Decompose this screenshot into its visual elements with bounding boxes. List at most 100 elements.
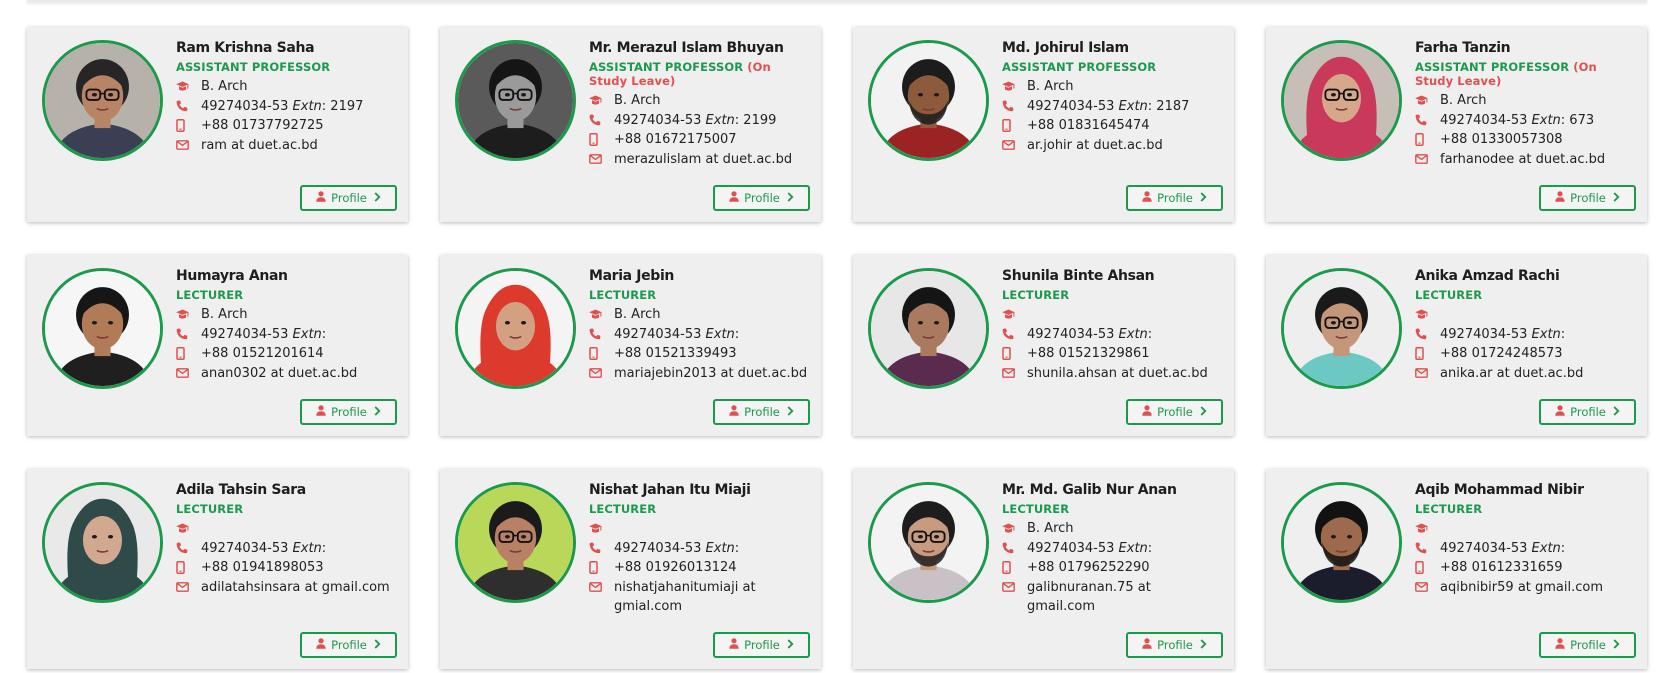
profile-button[interactable]: Profile xyxy=(1539,399,1636,425)
designation-text: LECTURER xyxy=(1415,502,1483,516)
email-text[interactable]: farhanodee at duet.ac.bd xyxy=(1440,150,1635,170)
profile-button-label: Profile xyxy=(1157,405,1193,419)
email-text[interactable]: anika.ar at duet.ac.bd xyxy=(1440,364,1635,384)
mobile-text: +88 01724248573 xyxy=(1440,346,1563,361)
mobile-text: +88 01926013124 xyxy=(614,560,737,575)
faculty-designation: LECTURER xyxy=(1415,288,1635,302)
mobile-text: +88 01831645474 xyxy=(1027,118,1150,133)
email-row: shunila.ahsan at duet.ac.bd xyxy=(1002,364,1222,384)
envelope-icon xyxy=(589,578,614,598)
graduation-cap-icon xyxy=(1415,519,1440,539)
profile-button[interactable]: Profile xyxy=(1539,632,1636,658)
chevron-right-icon xyxy=(1200,638,1207,652)
email-row: mariajebin2013 at duet.ac.bd xyxy=(589,364,809,384)
faculty-designation: ASSISTANT PROFESSOR xyxy=(176,60,396,74)
profile-button[interactable]: Profile xyxy=(1539,185,1636,211)
faculty-photo xyxy=(868,40,989,161)
mobile-icon xyxy=(1415,558,1440,578)
email-row: galibnuranan.75 at gmail.com xyxy=(1002,578,1222,617)
phone-icon xyxy=(1415,325,1440,345)
envelope-icon xyxy=(1002,136,1027,156)
chevron-right-icon xyxy=(787,638,794,652)
degree-row: B. Arch xyxy=(176,77,396,97)
degree-row: B. Arch xyxy=(1415,91,1635,111)
envelope-icon xyxy=(589,150,614,170)
mobile-text: +88 01672175007 xyxy=(614,132,737,147)
designation-text: ASSISTANT PROFESSOR xyxy=(1415,60,1570,74)
faculty-card-6: Maria Jebin LECTURER B. Arch 49274034-53… xyxy=(440,255,821,436)
user-icon xyxy=(1555,191,1565,205)
profile-button[interactable]: Profile xyxy=(300,632,397,658)
profile-button[interactable]: Profile xyxy=(1126,399,1223,425)
mobile-icon xyxy=(176,558,201,578)
email-text[interactable]: mariajebin2013 at duet.ac.bd xyxy=(614,364,809,384)
envelope-icon xyxy=(1415,578,1440,598)
faculty-name: Anika Amzad Rachi xyxy=(1415,268,1560,284)
degree-row xyxy=(176,519,396,539)
faculty-photo xyxy=(1281,482,1402,603)
profile-button[interactable]: Profile xyxy=(300,185,397,211)
user-icon xyxy=(729,191,739,205)
mobile-row: +88 01330057308 xyxy=(1415,130,1635,150)
profile-button[interactable]: Profile xyxy=(1126,632,1223,658)
email-text[interactable]: galibnuranan.75 at gmail.com xyxy=(1027,578,1222,617)
email-text[interactable]: ram at duet.ac.bd xyxy=(201,136,396,156)
profile-button-label: Profile xyxy=(1570,405,1606,419)
email-text[interactable]: adilatahsinsara at gmail.com xyxy=(201,578,396,598)
faculty-designation: ASSISTANT PROFESSOR xyxy=(1002,60,1222,74)
email-row: adilatahsinsara at gmail.com xyxy=(176,578,396,598)
faculty-photo xyxy=(1281,40,1402,161)
graduation-cap-icon xyxy=(176,305,201,325)
email-row: ram at duet.ac.bd xyxy=(176,136,396,156)
graduation-cap-icon xyxy=(1002,77,1027,97)
user-icon xyxy=(729,638,739,652)
user-icon xyxy=(316,191,326,205)
phone-text: 49274034-53 Extn: 673 xyxy=(1440,112,1595,128)
mobile-text: +88 01521329861 xyxy=(1027,346,1150,361)
faculty-name: Aqib Mohammad Nibir xyxy=(1415,482,1584,498)
graduation-cap-icon xyxy=(1002,305,1027,325)
profile-button[interactable]: Profile xyxy=(1126,185,1223,211)
faculty-photo xyxy=(42,40,163,161)
faculty-photo xyxy=(42,482,163,603)
profile-button-label: Profile xyxy=(1570,191,1606,205)
faculty-card-10: Nishat Jahan Itu Miaji LECTURER 49274034… xyxy=(440,469,821,669)
envelope-icon xyxy=(176,364,201,384)
faculty-info: Mr. Md. Galib Nur Anan LECTURER B. Arch … xyxy=(1002,481,1222,617)
phone-row: 49274034-53 Extn: 2197 xyxy=(176,97,396,117)
degree-row xyxy=(1415,305,1635,325)
faculty-name: Farha Tanzin xyxy=(1415,40,1511,56)
mobile-row: +88 01521201614 xyxy=(176,344,396,364)
envelope-icon xyxy=(176,136,201,156)
user-icon xyxy=(1142,405,1152,419)
email-row: ar.johir at duet.ac.bd xyxy=(1002,136,1222,156)
degree-text: B. Arch xyxy=(614,307,661,322)
mobile-icon xyxy=(1002,558,1027,578)
profile-button-label: Profile xyxy=(331,191,367,205)
email-text[interactable]: anan0302 at duet.ac.bd xyxy=(201,364,396,384)
profile-button-label: Profile xyxy=(744,638,780,652)
faculty-photo xyxy=(455,482,576,603)
faculty-designation: ASSISTANT PROFESSOR (On Study Leave) xyxy=(589,60,809,88)
email-text[interactable]: ar.johir at duet.ac.bd xyxy=(1027,136,1222,156)
email-text[interactable]: merazulislam at duet.ac.bd xyxy=(614,150,809,170)
mobile-icon xyxy=(589,558,614,578)
degree-row xyxy=(1002,305,1222,325)
profile-button[interactable]: Profile xyxy=(713,632,810,658)
profile-button[interactable]: Profile xyxy=(300,399,397,425)
phone-text: 49274034-53 Extn: xyxy=(614,326,740,342)
profile-button[interactable]: Profile xyxy=(713,185,810,211)
faculty-photo xyxy=(455,40,576,161)
phone-row: 49274034-53 Extn: xyxy=(1415,325,1635,345)
faculty-card-4: Farha Tanzin ASSISTANT PROFESSOR (On Stu… xyxy=(1266,27,1647,222)
faculty-info: Maria Jebin LECTURER B. Arch 49274034-53… xyxy=(589,267,809,383)
email-text[interactable]: aqibnibir59 at gmail.com xyxy=(1440,578,1635,598)
phone-icon xyxy=(1002,539,1027,559)
faculty-info: Ram Krishna Saha ASSISTANT PROFESSOR B. … xyxy=(176,39,396,155)
profile-button[interactable]: Profile xyxy=(713,399,810,425)
email-text[interactable]: shunila.ahsan at duet.ac.bd xyxy=(1027,364,1222,384)
faculty-photo xyxy=(1281,268,1402,389)
faculty-info: Shunila Binte Ahsan LECTURER 49274034-53… xyxy=(1002,267,1222,383)
email-text[interactable]: nishatjahanitumiaji at gmial.com xyxy=(614,578,809,617)
phone-icon xyxy=(176,539,201,559)
